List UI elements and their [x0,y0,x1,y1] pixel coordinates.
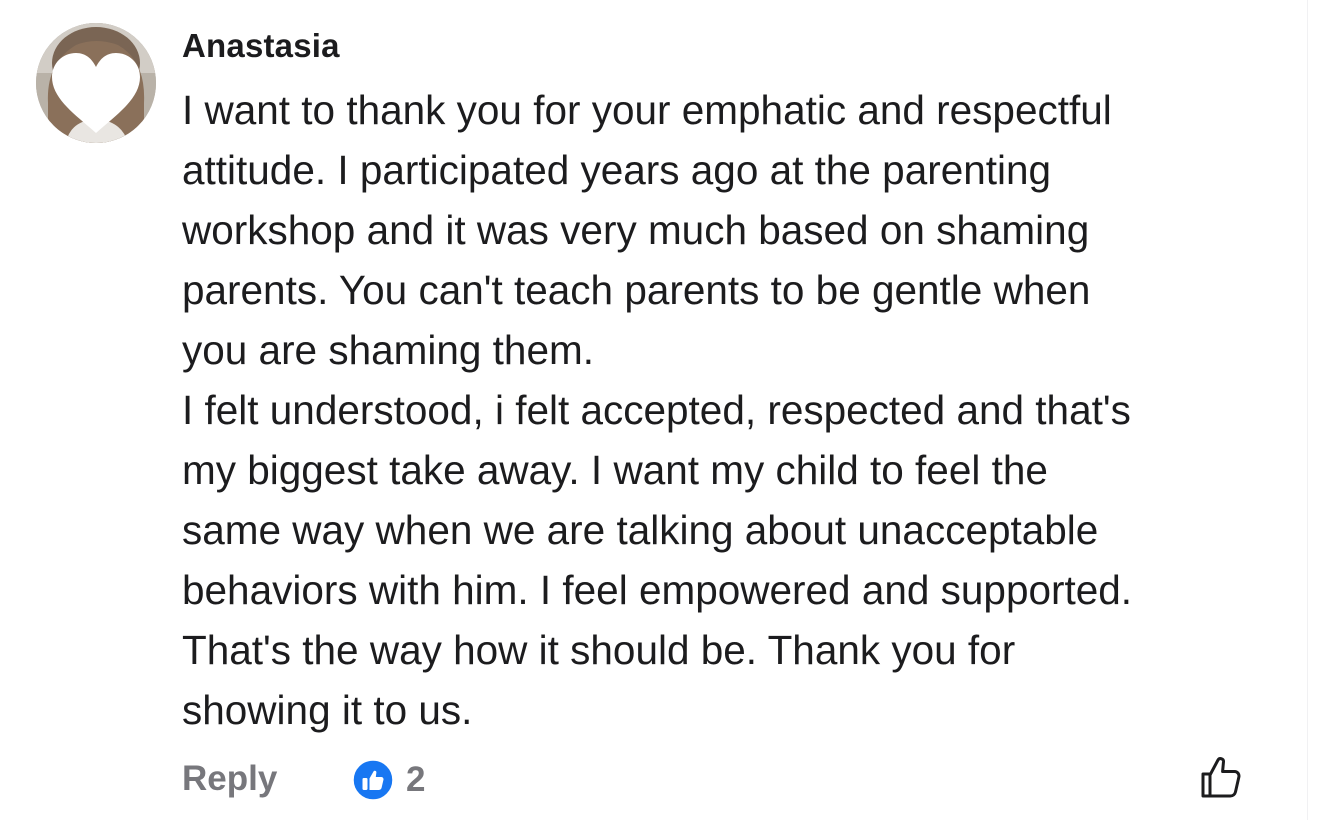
comment-line: I felt understood, i felt accepted, resp… [182,387,1131,433]
like-reaction-icon [352,759,394,801]
comment-line: same way when we are talking about unacc… [182,507,1099,553]
comment-actions: Reply 2 [182,752,1282,806]
comment-line: parents. You can't teach parents to be g… [182,267,1091,313]
avatar[interactable] [36,23,156,143]
comment-line: behaviors with him. I feel empowered and… [182,567,1133,613]
comment: Anastasia I want to thank you for your e… [182,26,1302,740]
page-edge [1307,0,1320,820]
comment-line: my biggest take away. I want my child to… [182,447,1048,493]
reaction-summary[interactable]: 2 [352,758,425,802]
comment-line: workshop and it was very much based on s… [182,207,1090,253]
comment-line: you are shaming them. [182,327,594,373]
reaction-count: 2 [406,760,426,799]
comment-line: That's the way how it should be. Thank y… [182,627,1016,673]
comment-text: I want to thank you for your emphatic an… [182,80,1302,740]
comment-line: showing it to us. [182,687,473,733]
avatar-photo [36,23,156,143]
comment-line: I want to thank you for your emphatic an… [182,87,1112,133]
thumbs-up-outline-icon[interactable] [1196,752,1246,802]
reply-button[interactable]: Reply [182,756,277,802]
comment-author[interactable]: Anastasia [182,26,1302,66]
comment-line: attitude. I participated years ago at th… [182,147,1052,193]
